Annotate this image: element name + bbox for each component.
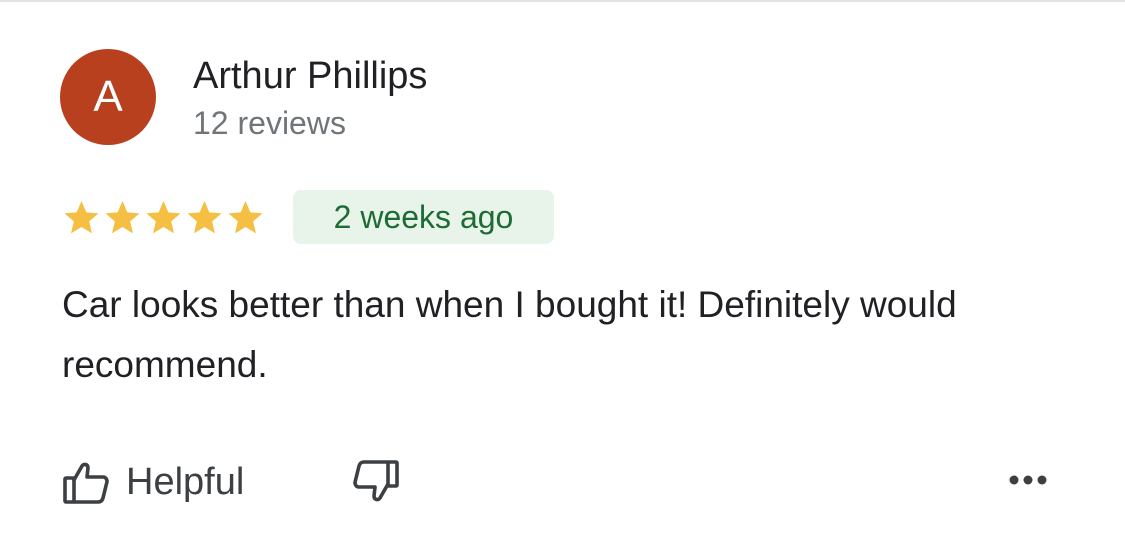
star-icon	[64, 201, 99, 234]
more-horizontal-icon	[1008, 473, 1048, 491]
more-options-button[interactable]	[1006, 468, 1050, 496]
thumbs-down-icon	[350, 460, 402, 514]
not-helpful-button[interactable]	[350, 458, 402, 510]
thumbs-up-icon	[62, 458, 110, 506]
star-icon	[105, 201, 140, 234]
star-rating	[61, 196, 266, 240]
star-icon	[228, 201, 263, 234]
avatar-initial: A	[93, 72, 123, 121]
star-icon	[146, 201, 181, 234]
review-text: Car looks better than when I bought it! …	[62, 284, 957, 385]
helpful-label: Helpful	[126, 460, 245, 503]
star-icon	[187, 201, 222, 234]
avatar[interactable]: A	[60, 49, 156, 145]
top-divider	[0, 0, 1125, 2]
review-count: 12 reviews	[193, 105, 346, 141]
date-badge-text: 2 weeks ago	[333, 198, 514, 235]
helpful-button[interactable]: Helpful	[62, 454, 244, 510]
date-badge: 2 weeks ago	[293, 190, 554, 244]
reviewer-name[interactable]: Arthur Phillips	[193, 54, 427, 98]
